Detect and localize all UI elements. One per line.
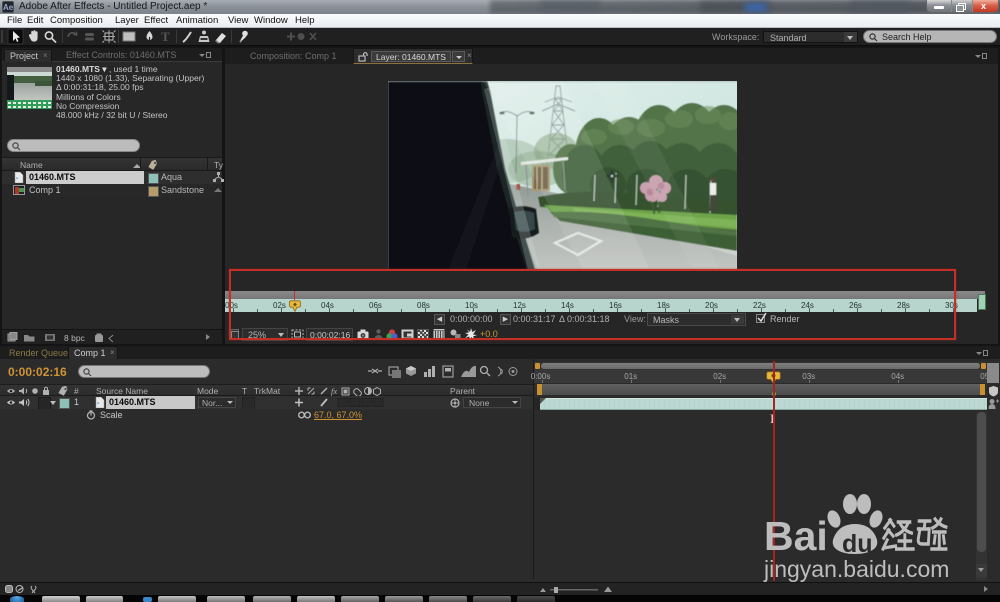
svg-text:fx: fx bbox=[331, 386, 337, 396]
svg-text:Bai: Bai bbox=[764, 513, 828, 559]
svg-text:T: T bbox=[161, 29, 170, 44]
svg-text:jingyan.baidu.com: jingyan.baidu.com bbox=[763, 556, 949, 582]
svg-text:du: du bbox=[842, 530, 873, 558]
svg-text:8 bpc: 8 bpc bbox=[64, 333, 86, 343]
